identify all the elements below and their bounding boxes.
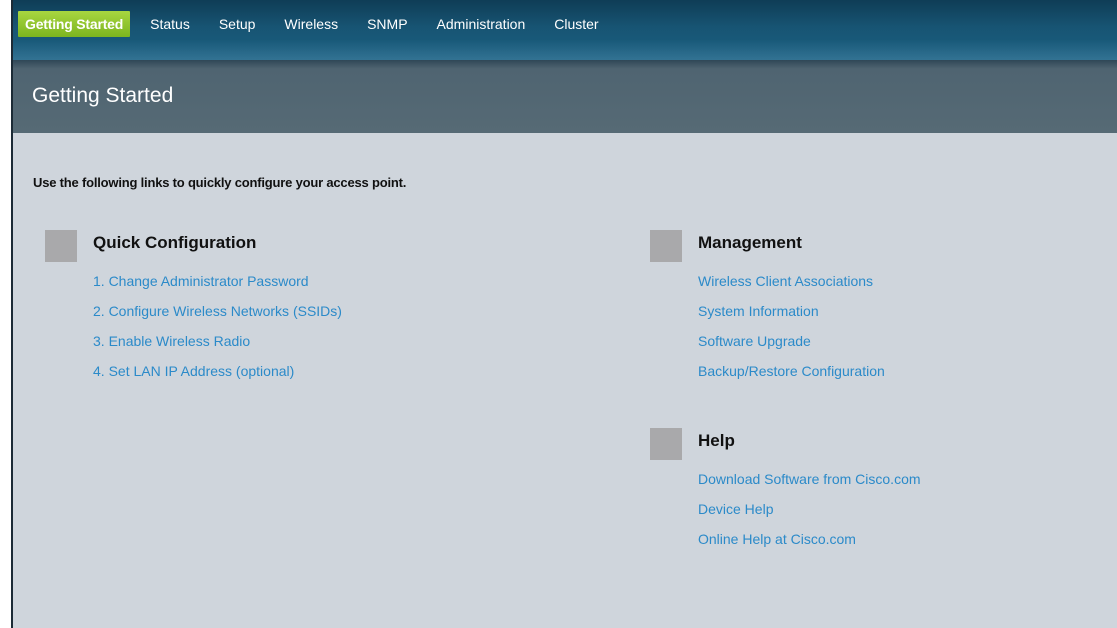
nav-tabs: Getting Started Status Setup Wireless SN… [18,11,628,37]
left-edge [0,0,13,628]
top-navigation-bar: Getting Started Status Setup Wireless SN… [13,0,1117,60]
help-links: Download Software from Cisco.com Device … [698,470,921,560]
management-links: Wireless Client Associations System Info… [698,272,885,392]
tab-getting-started[interactable]: Getting Started [18,11,131,37]
tab-cluster[interactable]: Cluster [554,11,598,37]
configure-wireless-networks-link[interactable]: 2. Configure Wireless Networks (SSIDs) [93,302,342,332]
nav-shine [13,40,1117,60]
tab-administration[interactable]: Administration [437,11,526,37]
tab-setup[interactable]: Setup [219,11,256,37]
app-frame: Getting Started Status Setup Wireless SN… [0,0,1117,628]
online-help-link[interactable]: Online Help at Cisco.com [698,530,921,560]
quick-configuration-heading: Quick Configuration [93,233,257,252]
help-heading: Help [698,431,735,450]
tab-snmp[interactable]: SNMP [367,11,407,37]
wireless-client-associations-link[interactable]: Wireless Client Associations [698,272,885,302]
software-upgrade-link[interactable]: Software Upgrade [698,332,885,362]
section-marker-icon [45,230,77,262]
management-heading: Management [698,233,802,252]
set-lan-ip-address-link[interactable]: 4. Set LAN IP Address (optional) [93,362,342,392]
page-title: Getting Started [32,84,174,107]
device-help-link[interactable]: Device Help [698,500,921,530]
tab-wireless[interactable]: Wireless [284,11,338,37]
page-title-bar: Getting Started [13,60,1117,133]
tab-status[interactable]: Status [150,11,190,37]
main-content: Use the following links to quickly confi… [13,133,1117,628]
download-software-link[interactable]: Download Software from Cisco.com [698,470,921,500]
change-admin-password-link[interactable]: 1. Change Administrator Password [93,272,342,302]
section-marker-icon [650,230,682,262]
section-marker-icon [650,428,682,460]
system-information-link[interactable]: System Information [698,302,885,332]
backup-restore-configuration-link[interactable]: Backup/Restore Configuration [698,362,885,392]
enable-wireless-radio-link[interactable]: 3. Enable Wireless Radio [93,332,342,362]
quick-configuration-links: 1. Change Administrator Password 2. Conf… [93,272,342,392]
intro-text: Use the following links to quickly confi… [33,175,407,190]
